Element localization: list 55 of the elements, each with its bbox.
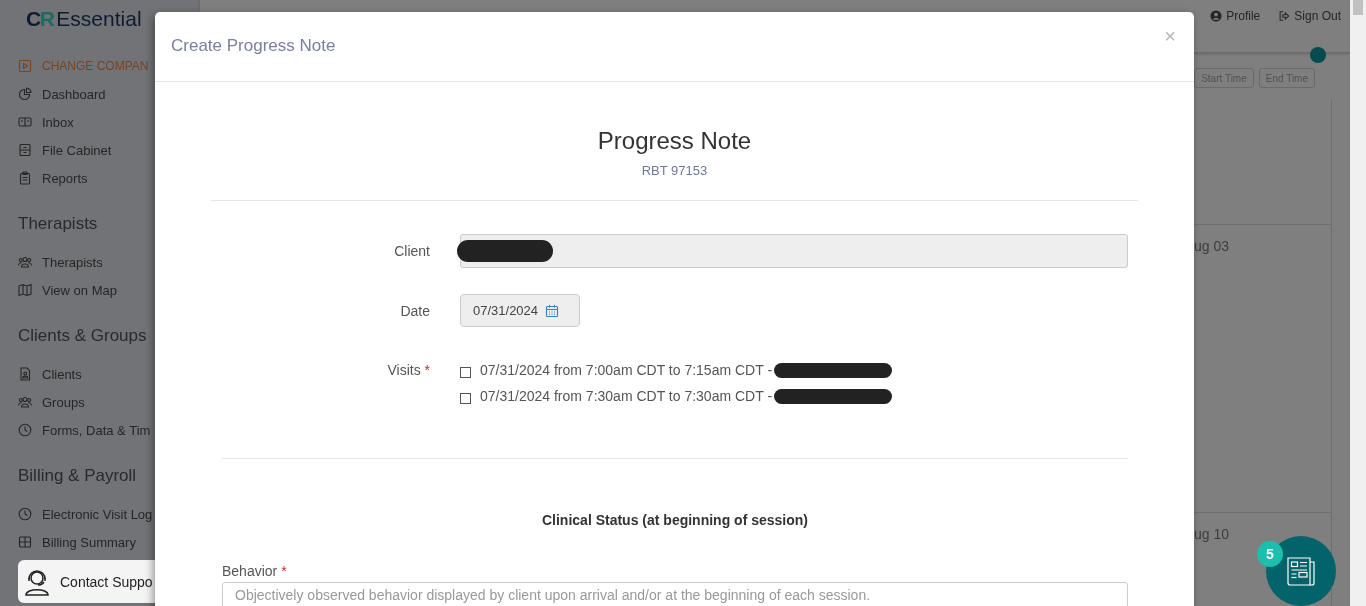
section-heading: Clients & Groups	[18, 325, 147, 347]
nav-link[interactable]: File Cabinet	[42, 142, 112, 158]
nav-link[interactable]: Inbox	[42, 114, 74, 130]
section-title: Clinical Status (at beginning of session)	[542, 511, 808, 529]
nav-link[interactable]: CHANGE COMPAN	[42, 59, 149, 73]
user-circle-icon	[1210, 10, 1223, 22]
dialog-title: Create Progress Note	[171, 36, 336, 56]
contact-support-button[interactable]: Contact Suppo	[18, 560, 155, 603]
scrollbar-thumb[interactable]	[1353, 0, 1363, 15]
clipboard-icon	[18, 171, 32, 185]
visit-option-label[interactable]: 07/31/2024 from 7:00am CDT to 7:15am CDT -	[480, 362, 773, 378]
field-label: Client	[394, 243, 430, 259]
date-field[interactable]: 07/31/2024	[460, 294, 580, 327]
nav-link[interactable]: Billing Summary	[42, 534, 136, 550]
sign-out-icon	[1278, 10, 1291, 22]
note-title: Progress Note	[597, 127, 752, 155]
contact-file-icon	[18, 367, 32, 381]
cabinet-icon	[18, 143, 32, 157]
clock-icon	[18, 507, 32, 521]
nav-link[interactable]: Electronic Visit Log	[42, 506, 153, 522]
top-link[interactable]: Profile	[1210, 7, 1261, 25]
field-label: Visits *	[387, 361, 430, 380]
checkbox[interactable]	[460, 392, 471, 404]
grid-icon	[18, 535, 32, 549]
field-label: Behavior *	[222, 562, 287, 580]
calendar-icon[interactable]	[545, 303, 560, 318]
users-icon	[18, 255, 32, 269]
nav-link[interactable]: Forms, Data & Tim	[42, 422, 151, 438]
nav-link[interactable]: Groups	[42, 394, 85, 410]
note-subtitle: RBT 97153	[641, 163, 708, 179]
client-field[interactable]	[460, 234, 1128, 268]
nav-link[interactable]: Therapists	[42, 254, 103, 270]
logo: CREssential	[26, 6, 142, 32]
circle-icon[interactable]	[1310, 47, 1326, 63]
inbox-icon	[18, 115, 32, 129]
pie-chart-icon	[18, 87, 32, 101]
checkbox[interactable]	[460, 366, 471, 378]
field-label: Date	[400, 302, 430, 319]
nav-link[interactable]: Reports	[42, 170, 88, 186]
map-icon	[18, 283, 32, 297]
behavior-field[interactable]: Objectively observed behavior displayed by client upon arrival and/or at the beginning of each session.	[222, 582, 1128, 606]
play-square-icon	[18, 59, 32, 73]
users-icon	[18, 395, 32, 409]
calendar-date: ug 03	[1194, 238, 1230, 254]
scrollbar-track[interactable]	[1350, 0, 1366, 606]
section-heading: Therapists	[18, 213, 98, 235]
nav-link[interactable]: View on Map	[42, 282, 117, 298]
nav-link[interactable]: Dashboard	[42, 86, 106, 102]
clock-icon	[18, 423, 32, 437]
close-button[interactable]: ×	[1164, 26, 1176, 46]
top-link[interactable]: Sign Out	[1278, 7, 1341, 25]
calendar-date: ug 10	[1194, 526, 1230, 542]
visit-option-label[interactable]: 07/31/2024 from 7:30am CDT to 7:30am CDT -	[480, 388, 773, 404]
section-heading: Billing & Payroll	[18, 465, 137, 487]
nav-link[interactable]: Clients	[42, 366, 82, 382]
